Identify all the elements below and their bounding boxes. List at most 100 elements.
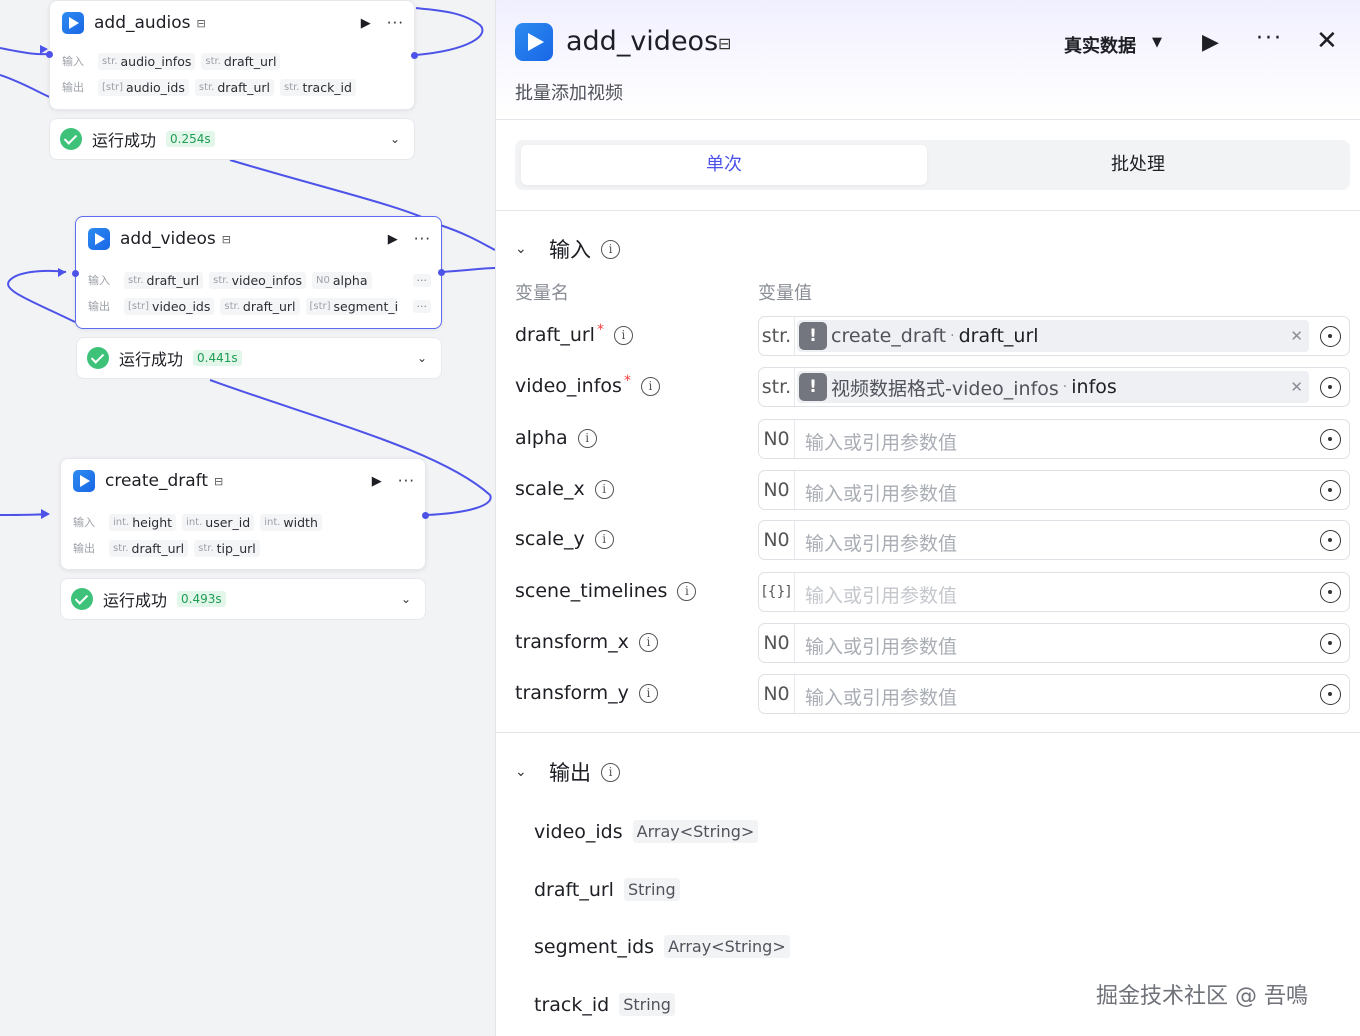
chevron-down-icon[interactable]: ⌄ [515, 241, 535, 257]
param-input-placeholder[interactable]: 输入或引用参数值 [805, 632, 957, 659]
more-outputs-button[interactable]: ··· [412, 299, 431, 313]
tab-single[interactable]: 单次 [521, 145, 927, 185]
caret-down-icon[interactable]: ▼ [1152, 35, 1162, 50]
param-input-placeholder[interactable]: 输入或引用参数值 [805, 683, 957, 710]
param-input-placeholder[interactable]: 输入或引用参数值 [805, 581, 957, 608]
param-value-field[interactable]: str. ! 视频数据格式-video_infos · infos ✕ [758, 367, 1350, 407]
result-status: 运行成功 [92, 131, 157, 150]
node-create-draft[interactable]: create_draft ⊟ ▶ ··· 输入 int. height int. u… [60, 458, 429, 570]
divider [496, 210, 1360, 211]
reference-picker-icon[interactable] [1320, 684, 1341, 705]
section-title: 输出 [549, 761, 591, 785]
output-chip: str. tip_url [194, 539, 260, 557]
input-chip: str. draft_url [201, 52, 281, 70]
result-status: 运行成功 [119, 350, 184, 369]
clear-reference-icon[interactable]: ✕ [1290, 327, 1303, 345]
inputs-label: 输入 [88, 274, 110, 287]
param-row-scale-y: scale_y i N0 输入或引用参数值 [515, 520, 1350, 560]
clear-reference-icon[interactable]: ✕ [1290, 378, 1303, 396]
run-node-button[interactable]: ▶ [361, 16, 371, 31]
wire-add-audios-out [415, 7, 484, 56]
output-section-header[interactable]: ⌄ 输出 i [515, 757, 620, 787]
param-row-scene-timelines: scene_timelines i [{}] 输入或引用参数值 [515, 572, 1350, 612]
param-value-field[interactable]: str. ! create_draft · draft_url ✕ [758, 316, 1350, 356]
tab-batch[interactable]: 批处理 [935, 145, 1341, 185]
node-add-audios[interactable]: add_audios ⊟ ▶ ··· 输入 str. audio_infos st… [46, 0, 418, 110]
input-port[interactable] [72, 270, 79, 277]
node-result-add-audios[interactable]: 运行成功 0.254s ⌄ [49, 118, 415, 160]
reference-picker-icon[interactable] [1320, 429, 1341, 450]
param-name: scene_timelines i [515, 580, 697, 602]
run-node-button[interactable]: ▶ [388, 232, 398, 247]
param-value-field[interactable]: N0 输入或引用参数值 [758, 470, 1350, 510]
output-type-badge: Array<String> [632, 820, 759, 843]
param-row-transform-y: transform_y i N0 输入或引用参数值 [515, 674, 1350, 714]
reference-picker-icon[interactable] [1320, 530, 1341, 551]
output-name: segment_ids [534, 935, 655, 958]
more-menu-button[interactable]: ··· [1256, 26, 1283, 51]
param-value-field[interactable]: N0 输入或引用参数值 [758, 520, 1350, 560]
node-add-videos[interactable]: add_videos ⊟ ▶ ··· 输入 str. draft_url str.… [72, 216, 445, 329]
result-status: 运行成功 [103, 591, 168, 610]
output-item: segment_ids Array<String> [534, 935, 790, 958]
close-icon[interactable]: ✕ [1316, 26, 1338, 56]
node-title: create_draft [105, 471, 209, 491]
param-input-placeholder[interactable]: 输入或引用参数值 [805, 479, 957, 506]
outputs-label: 输出 [62, 81, 84, 94]
chevron-down-icon[interactable]: ⌄ [401, 592, 411, 606]
output-item: draft_url String [534, 878, 680, 901]
plugin-logo-icon [515, 23, 553, 61]
input-port[interactable] [46, 51, 53, 58]
reference-picker-icon[interactable] [1320, 326, 1341, 347]
reference-picker-icon[interactable] [1320, 582, 1341, 603]
workflow-canvas[interactable]: add_audios ⊟ ▶ ··· 输入 str. audio_infos st… [0, 0, 495, 1036]
info-icon: i [601, 762, 620, 782]
param-input-placeholder[interactable]: 输入或引用参数值 [805, 529, 957, 556]
param-value-field[interactable]: [{}] 输入或引用参数值 [758, 572, 1350, 612]
output-name: video_ids [534, 820, 623, 843]
plugin-logo-icon [62, 12, 84, 34]
warning-icon: ! [799, 373, 827, 401]
info-icon: i [677, 581, 697, 601]
data-mode-select[interactable]: 真实数据 [1064, 32, 1136, 58]
more-inputs-button[interactable]: ··· [412, 273, 431, 287]
param-value-field[interactable]: N0 输入或引用参数值 [758, 419, 1350, 459]
param-name: draft_url * i [515, 322, 633, 346]
required-mark: * [596, 322, 604, 338]
input-chip: int. user_id [182, 513, 255, 531]
output-port[interactable] [422, 512, 429, 519]
reference-picker-icon[interactable] [1320, 377, 1341, 398]
output-chip: str. track_id [279, 78, 356, 96]
reference-picker-icon[interactable] [1320, 633, 1341, 654]
arrow-add-videos-in [58, 268, 66, 277]
output-type-badge: Array<String> [664, 935, 790, 958]
chevron-down-icon[interactable]: ⌄ [390, 132, 400, 146]
node-more-button[interactable]: ··· [398, 472, 415, 490]
node-more-button[interactable]: ··· [387, 14, 404, 32]
warning-icon: ! [799, 322, 827, 350]
input-section-header[interactable]: ⌄ 输入 i [515, 234, 620, 264]
chevron-down-icon[interactable]: ⌄ [417, 351, 427, 365]
output-port[interactable] [411, 52, 418, 59]
panel-title: add_videos [566, 26, 719, 57]
reference-picker-icon[interactable] [1320, 480, 1341, 501]
success-check-icon [60, 128, 82, 150]
param-value-field[interactable]: N0 输入或引用参数值 [758, 674, 1350, 714]
result-time-badge: 0.441s [193, 350, 242, 366]
node-result-create-draft[interactable]: 运行成功 0.493s ⌄ [60, 578, 426, 620]
type-tag: N0 [759, 521, 795, 559]
output-port[interactable] [438, 269, 445, 276]
output-chip: [str]segment_ids [305, 297, 398, 315]
reference-chip[interactable]: ! 视频数据格式-video_infos · infos ✕ [797, 371, 1309, 403]
node-more-button[interactable]: ··· [414, 230, 431, 248]
run-node-button[interactable]: ▶ [372, 474, 382, 489]
input-chip: str. draft_url [124, 271, 204, 289]
reference-chip[interactable]: ! create_draft · draft_url ✕ [797, 320, 1309, 352]
node-result-add-videos[interactable]: 运行成功 0.441s ⌄ [76, 337, 442, 379]
run-button[interactable]: ▶ [1202, 30, 1219, 55]
output-chip: [str] audio_ids [98, 78, 189, 96]
param-input-placeholder[interactable]: 输入或引用参数值 [805, 428, 957, 455]
param-value-field[interactable]: N0 输入或引用参数值 [758, 623, 1350, 663]
type-tag: str. [759, 368, 795, 406]
chevron-down-icon[interactable]: ⌄ [515, 764, 535, 780]
